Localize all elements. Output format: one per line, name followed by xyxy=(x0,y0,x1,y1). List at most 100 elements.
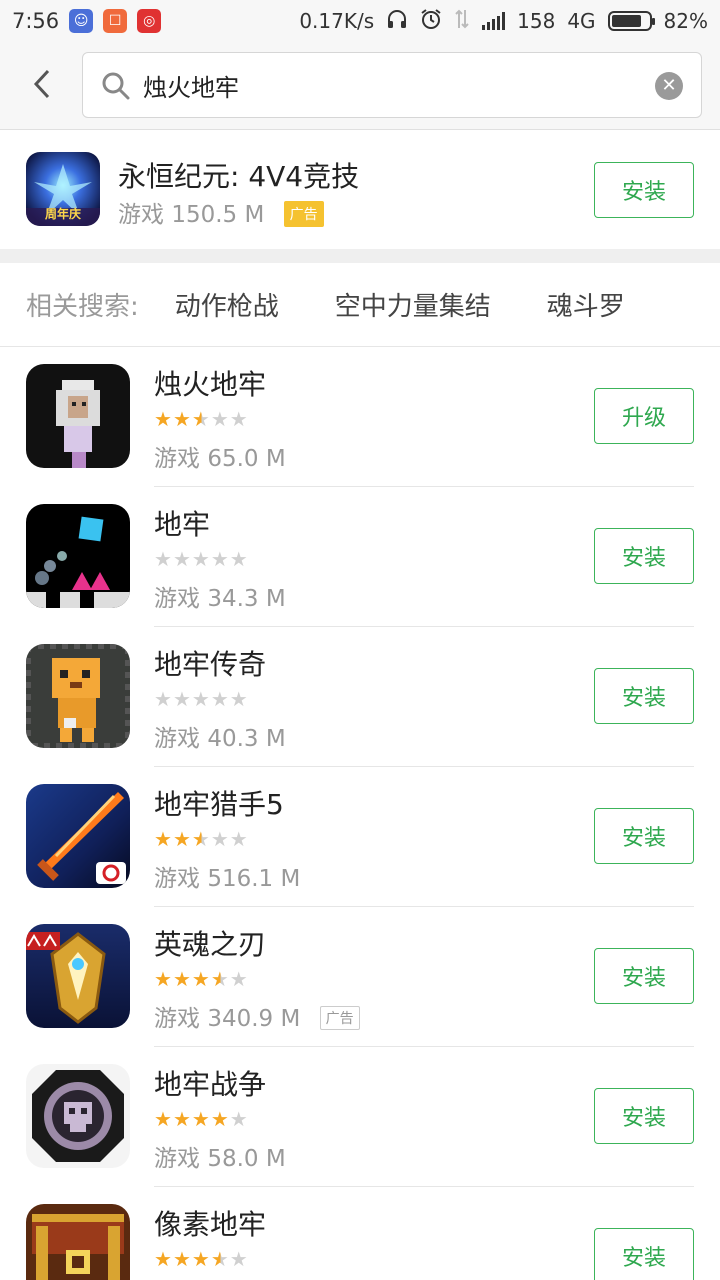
ad-app-name: 永恒纪元: 4V4竞技 xyxy=(118,160,360,193)
star-icon: ★ xyxy=(154,1107,173,1131)
app-row[interactable]: 地牢猎手5 ★★★★★ 游戏 516.1 M 安装 xyxy=(0,767,720,907)
install-button[interactable]: 安装 xyxy=(594,808,694,864)
app-row[interactable]: 地牢战争 ★★★★★ 游戏 58.0 M 安装 xyxy=(0,1047,720,1187)
rating-stars: ★★★★★ xyxy=(154,967,249,991)
install-button[interactable]: 安装 xyxy=(594,528,694,584)
app-row[interactable]: 烛火地牢 ★★★★★ 游戏 65.0 M 升级 xyxy=(0,347,720,487)
related-label: 相关搜索: xyxy=(26,292,139,322)
star-icon: ★ xyxy=(229,967,249,991)
related-item[interactable]: 动作枪战 xyxy=(175,286,279,323)
star-icon: ★ xyxy=(172,1107,192,1131)
app-meta: 游戏 65.0 M xyxy=(154,439,286,473)
star-icon: ★ xyxy=(210,407,230,431)
chevron-left-icon xyxy=(33,69,50,99)
battery-fill xyxy=(611,15,642,27)
search-box[interactable]: ✕ xyxy=(82,52,702,118)
search-icon xyxy=(102,72,130,100)
app-meta: 游戏 40.3 M xyxy=(154,719,286,753)
app-icon[interactable] xyxy=(26,644,130,748)
upgrade-button[interactable]: 升级 xyxy=(594,388,694,444)
app-size: 65.0 M xyxy=(207,446,286,472)
app-meta: 游戏 34.3 M xyxy=(154,579,286,613)
star-icon: ★ xyxy=(210,1107,230,1131)
install-button[interactable]: 安装 xyxy=(594,1088,694,1144)
star-icon: ★ xyxy=(191,407,211,431)
star-icon: ★ xyxy=(229,687,249,711)
ad-app-meta: 游戏 150.5 M 广告 xyxy=(118,195,324,229)
star-icon: ★ xyxy=(229,1107,249,1131)
app-row[interactable]: 英魂之刃 ★★★★★ 游戏 340.9 M 广告 安装 xyxy=(0,907,720,1047)
star-icon: ★ xyxy=(191,547,211,571)
star-icon: ★ xyxy=(172,967,192,991)
app-name: 地牢传奇 xyxy=(154,648,267,681)
status-bar: 7:56 ☺ ☐ ◎ 0.17K/s 158 4G 82% xyxy=(0,0,720,42)
app-icon[interactable] xyxy=(26,364,130,468)
ad-app-icon[interactable]: 周年庆 xyxy=(26,152,100,226)
app-icon[interactable] xyxy=(26,1204,130,1280)
notification-app-icon: ☐ xyxy=(103,9,128,33)
app-category: 游戏 xyxy=(154,1146,200,1172)
app-icon[interactable] xyxy=(26,924,130,1028)
star-icon: ★ xyxy=(210,1247,230,1271)
related-item[interactable]: 空中力量集结 xyxy=(335,286,491,323)
music-app-icon: ◎ xyxy=(137,9,162,33)
install-button[interactable]: 安装 xyxy=(594,948,694,1004)
rating-stars: ★★★★★ xyxy=(154,827,249,851)
section-divider xyxy=(0,249,720,263)
back-button[interactable] xyxy=(22,64,62,104)
clear-icon[interactable]: ✕ xyxy=(655,72,683,100)
install-button[interactable]: 安装 xyxy=(594,1228,694,1280)
app-icon[interactable] xyxy=(26,1064,130,1168)
star-icon: ★ xyxy=(191,1107,211,1131)
app-category: 游戏 xyxy=(154,726,200,752)
ad-app-category: 游戏 xyxy=(118,202,164,228)
app-icon[interactable] xyxy=(26,504,130,608)
app-row[interactable]: 地牢传奇 ★★★★★ 游戏 40.3 M 安装 xyxy=(0,627,720,767)
star-icon: ★ xyxy=(172,1247,192,1271)
headphones-icon xyxy=(386,8,408,35)
related-searches: 相关搜索: 动作枪战 空中力量集结 魂斗罗 xyxy=(0,263,720,347)
signal-label: 158 xyxy=(517,9,556,33)
app-category: 游戏 xyxy=(154,866,200,892)
app-category: 游戏 xyxy=(154,446,200,472)
status-time: 7:56 xyxy=(12,9,60,33)
app-name: 英魂之刃 xyxy=(154,928,267,961)
app-name: 地牢战争 xyxy=(154,1068,267,1101)
alarm-icon xyxy=(420,8,442,35)
app-meta: 游戏 58.0 M xyxy=(154,1139,286,1173)
app-name: 地牢猎手5 xyxy=(154,788,284,821)
search-input[interactable] xyxy=(143,53,623,117)
install-button[interactable]: 安装 xyxy=(594,162,694,218)
app-row[interactable]: 地牢 ★★★★★ 游戏 34.3 M 安装 xyxy=(0,487,720,627)
rating-stars: ★★★★★ xyxy=(154,1107,249,1131)
related-item[interactable]: 魂斗罗 xyxy=(547,286,625,323)
app-size: 58.0 M xyxy=(207,1146,286,1172)
ad-app-size: 150.5 M xyxy=(171,202,265,228)
star-icon: ★ xyxy=(172,827,192,851)
network-type: 4G xyxy=(567,9,596,33)
star-icon: ★ xyxy=(229,827,249,851)
rating-stars: ★★★★★ xyxy=(154,1247,249,1271)
app-name: 像素地牢 xyxy=(154,1208,267,1241)
app-list: 烛火地牢 ★★★★★ 游戏 65.0 M 升级 地牢 ★★★★★ 游戏 34.3… xyxy=(0,347,720,1280)
data-transfer-icon xyxy=(454,8,470,35)
net-speed: 0.17K/s xyxy=(299,9,375,33)
app-meta: 游戏 516.1 M xyxy=(154,859,300,893)
star-icon: ★ xyxy=(154,407,173,431)
app-size: 34.3 M xyxy=(207,586,286,612)
star-icon: ★ xyxy=(229,547,249,571)
star-icon: ★ xyxy=(154,827,173,851)
ad-badge: 广告 xyxy=(283,201,324,227)
install-button[interactable]: 安装 xyxy=(594,668,694,724)
app-name: 烛火地牢 xyxy=(154,368,267,401)
app-size: 516.1 M xyxy=(207,866,301,892)
star-icon: ★ xyxy=(172,407,192,431)
app-name: 地牢 xyxy=(154,508,211,541)
app-row[interactable]: 像素地牢 ★★★★★ 安装 xyxy=(0,1187,720,1280)
ad-app-card[interactable]: 周年庆 永恒纪元: 4V4竞技 游戏 150.5 M 广告 安装 xyxy=(0,131,720,249)
star-icon: ★ xyxy=(154,1247,173,1271)
app-meta: 游戏 340.9 M 广告 xyxy=(154,999,360,1033)
app-category: 游戏 xyxy=(154,586,200,612)
star-icon: ★ xyxy=(210,827,230,851)
app-icon[interactable] xyxy=(26,784,130,888)
